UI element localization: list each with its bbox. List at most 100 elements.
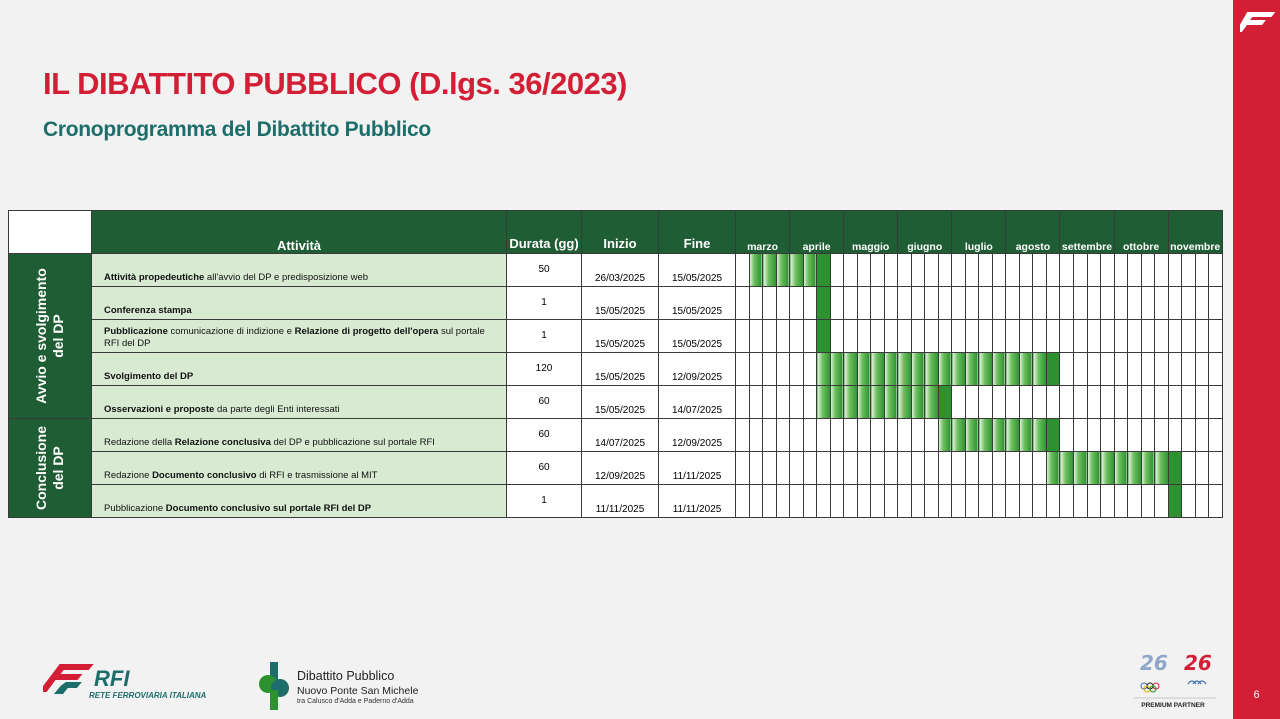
- table-row: Redazione Documento conclusivo di RFI e …: [9, 451, 1223, 485]
- gantt-week-cell: [843, 418, 858, 452]
- gantt-week-cell: [883, 286, 899, 320]
- gantt-week-cell: [789, 385, 804, 419]
- gantt-week-cell: [1181, 352, 1196, 386]
- activity-text: Relazione conclusiva: [174, 437, 271, 448]
- gantt-week-cell: [1059, 385, 1074, 419]
- gantt-week-cell: [978, 286, 993, 320]
- end-date-cell: 15/05/2025: [658, 253, 736, 287]
- gantt-week-cell: [856, 484, 872, 518]
- activity-text: di RFI e trasmissione al MIT: [256, 470, 378, 481]
- gantt-week-cell: [789, 451, 804, 485]
- gantt-bar-cell: [991, 352, 1007, 386]
- gantt-week-cell: [951, 253, 966, 287]
- gantt-week-cell: [870, 451, 885, 485]
- phase-group-text: Conclusione del DP: [33, 426, 66, 511]
- page-number: 6: [1253, 689, 1260, 701]
- gantt-week-cell: [843, 484, 858, 518]
- gantt-week-cell: [1194, 418, 1210, 452]
- duration-cell: 60: [506, 418, 582, 452]
- gantt-week-cell: [883, 319, 899, 353]
- gantt-week-cell: [1086, 418, 1101, 452]
- gantt-week-cell: [735, 484, 750, 518]
- month-header-ottobre: ottobre: [1113, 210, 1169, 254]
- activity-cell: Attività propedeutiche all'avvio del DP …: [91, 253, 507, 287]
- gantt-week-cell: [1073, 484, 1088, 518]
- gantt-week-cell: [964, 451, 980, 485]
- gantt-week-cell: [1181, 319, 1196, 353]
- gantt-week-cell: [829, 418, 845, 452]
- gantt-week-cell: [856, 319, 872, 353]
- gantt-week-cell: [1167, 286, 1183, 320]
- month-header-aprile: aprile: [789, 210, 845, 254]
- gantt-week-cell: [937, 286, 953, 320]
- gantt-week-cell: [1045, 286, 1061, 320]
- gantt-week-cell: [1208, 484, 1223, 518]
- gantt-week-cell: [1100, 253, 1115, 287]
- activity-cell: Redazione Documento conclusivo di RFI e …: [91, 451, 507, 485]
- gantt-week-cell: [1154, 319, 1169, 353]
- activity-text: all'avvio del DP e predisposizione web: [204, 272, 369, 283]
- dp-title: Dibattito Pubblico: [297, 669, 395, 683]
- gantt-week-cell: [843, 286, 858, 320]
- gantt-bar-cell: [762, 253, 777, 287]
- gantt-week-cell: [951, 319, 966, 353]
- gantt-bar-cell: [937, 352, 953, 386]
- rfi-brand-text: RFI: [94, 666, 130, 691]
- end-date-cell: 12/09/2025: [658, 352, 736, 386]
- gantt-week-cell: [1208, 253, 1223, 287]
- gantt-week-cell: [1059, 352, 1074, 386]
- gantt-week-cell: [1140, 319, 1156, 353]
- gantt-week-cell: [1154, 352, 1169, 386]
- activity-text: Attività propedeutiche: [104, 272, 205, 283]
- gantt-bar-cell: [1032, 352, 1047, 386]
- gantt-week-cell: [1100, 319, 1115, 353]
- gantt-bar-cell: [1045, 451, 1061, 485]
- gantt-bar-cell: [1167, 484, 1183, 518]
- gantt-week-cell: [1208, 451, 1223, 485]
- gantt-week-cell: [856, 418, 872, 452]
- gantt-week-cell: [1059, 286, 1074, 320]
- gantt-week-cell: [1140, 352, 1156, 386]
- gantt-week-cell: [829, 484, 845, 518]
- gantt-bar-cell: [883, 385, 899, 419]
- month-header-novembre: novembre: [1167, 210, 1223, 254]
- header-duration: Durata (gg): [506, 210, 582, 254]
- gantt-week-cell: [1086, 385, 1101, 419]
- gantt-week-cell: [1018, 286, 1034, 320]
- gantt-week-cell: [1045, 319, 1061, 353]
- fs-logo-icon: [1240, 12, 1276, 32]
- gantt-week-cell: [1167, 319, 1183, 353]
- gantt-week-cell: [1208, 418, 1223, 452]
- gantt-week-cell: [748, 484, 764, 518]
- gantt-week-cell: [1073, 286, 1088, 320]
- table-row: Osservazioni e proposte da parte degli E…: [9, 385, 1223, 419]
- header-activity: Attività: [91, 210, 507, 254]
- gantt-week-cell: [1086, 352, 1101, 386]
- gantt-week-cell: [789, 319, 804, 353]
- gantt-week-cell: [910, 418, 926, 452]
- gantt-bar-cell: [1154, 451, 1169, 485]
- gantt-week-cell: [1018, 385, 1034, 419]
- gantt-week-cell: [735, 418, 750, 452]
- gantt-week-cell: [1194, 484, 1210, 518]
- gantt-week-cell: [897, 484, 912, 518]
- gantt-week-cell: [789, 286, 804, 320]
- gantt-week-cell: [843, 319, 858, 353]
- gantt-bar-cell: [937, 385, 953, 419]
- gantt-week-cell: [1113, 253, 1129, 287]
- gantt-week-cell: [1032, 319, 1047, 353]
- gantt-bar-cell: [856, 385, 872, 419]
- gantt-week-cell: [991, 286, 1007, 320]
- gantt-week-cell: [1018, 451, 1034, 485]
- activity-text: Documento conclusivo sul portale RFI del…: [165, 503, 372, 514]
- gantt-bar-cell: [978, 418, 993, 452]
- gantt-week-cell: [829, 319, 845, 353]
- gantt-week-cell: [1086, 484, 1101, 518]
- gantt-week-cell: [775, 286, 791, 320]
- gantt-week-cell: [1073, 385, 1088, 419]
- gantt-week-cell: [897, 418, 912, 452]
- gantt-bar-cell: [816, 253, 831, 287]
- gantt-week-cell: [829, 253, 845, 287]
- gantt-week-cell: [937, 253, 953, 287]
- gantt-week-cell: [775, 352, 791, 386]
